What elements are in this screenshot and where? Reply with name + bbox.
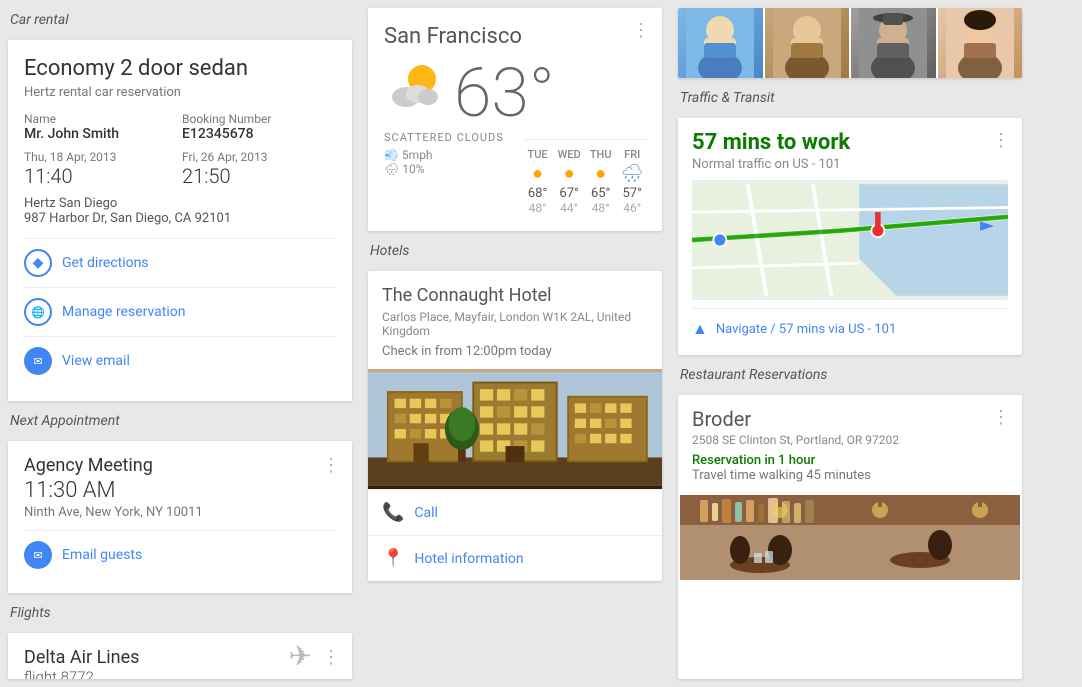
travel-time: Travel time walking 45 minutes	[692, 468, 1008, 483]
hotel-checkin: Check in from 12:00pm today	[382, 344, 648, 359]
people-photos	[678, 8, 1022, 78]
flights-more-icon[interactable]: ⋮	[322, 647, 340, 668]
traffic-normal: Normal traffic on US - 101	[692, 157, 1008, 172]
forecast-wed: WED ● 67° 44°	[555, 148, 583, 215]
col-right: Traffic & Transit ⋮ 57 mins to work Norm…	[670, 0, 1030, 687]
person-2	[765, 8, 850, 78]
restaurant-more-icon[interactable]: ⋮	[992, 407, 1010, 428]
location-addr: 987 Harbor Dr, San Diego, CA 92101	[24, 211, 336, 226]
get-directions-link[interactable]: ◆ Get directions	[24, 238, 336, 287]
restaurant-section-label: Restaurant Reservations	[678, 363, 1022, 387]
car-rental-card: Economy 2 door sedan Hertz rental car re…	[8, 40, 352, 401]
appointment-card: ⋮ Agency Meeting 11:30 AM Ninth Ave, New…	[8, 441, 352, 593]
hotel-image	[368, 369, 662, 489]
traffic-card: ⋮ 57 mins to work Normal traffic on US -…	[678, 118, 1022, 355]
pickup-date: Thu, 18 Apr, 2013	[24, 150, 178, 164]
manage-reservation-link[interactable]: 🌐 Manage reservation	[24, 287, 336, 336]
booking-value: E12345678	[182, 126, 336, 142]
hotel-address: Carlos Place, Mayfair, London W1K 2AL, U…	[382, 310, 648, 338]
return-time: 21:50	[182, 164, 336, 188]
flights-card: ⋮ Delta Air Lines flight 8772 ✈	[8, 633, 352, 679]
wind-speed: 💨 5mph	[384, 148, 433, 162]
weather-desc: SCATTERED CLOUDS	[384, 131, 504, 144]
person-4	[938, 8, 1023, 78]
traffic-map	[692, 180, 1008, 300]
weather-wind: 💨 5mph	[384, 148, 504, 162]
person-3	[851, 8, 936, 78]
view-email-link[interactable]: ✉ View email	[24, 336, 336, 385]
hotel-info-label: Hotel information	[414, 551, 523, 567]
email-guests-icon: ✉	[24, 541, 52, 569]
hotel-info-icon: 📍	[382, 548, 404, 569]
appointment-more-icon[interactable]: ⋮	[322, 455, 340, 476]
email-icon: ✉	[24, 347, 52, 375]
restaurant-image	[678, 495, 1022, 580]
weather-more-icon[interactable]: ⋮	[632, 20, 650, 41]
weather-icon	[384, 61, 444, 125]
col-middle: ⋮ San Francisco 63° SCATTERED CLOUDS	[360, 0, 670, 687]
name-label: Name	[24, 112, 178, 126]
car-location: Hertz San Diego 987 Harbor Dr, San Diego…	[24, 196, 336, 226]
name-value: Mr. John Smith	[24, 126, 178, 142]
location-name: Hertz San Diego	[24, 196, 336, 211]
navigate-icon: ▲	[692, 319, 708, 339]
col-left: Car rental Economy 2 door sedan Hertz re…	[0, 0, 360, 687]
email-guests-link[interactable]: ✉ Email guests	[24, 530, 336, 579]
pickup-time: 11:40	[24, 164, 178, 188]
appt-time: 11:30 AM	[24, 478, 336, 503]
weather-main: 63°	[384, 59, 646, 127]
hotel-call-link[interactable]: 📞 Call	[368, 489, 662, 535]
car-subtitle: Hertz rental car reservation	[24, 85, 336, 100]
appt-location: Ninth Ave, New York, NY 10011	[24, 505, 336, 520]
forecast-tue: TUE ● 68° 48°	[524, 148, 552, 215]
directions-icon: ◆	[24, 249, 52, 277]
traffic-label: Traffic & Transit	[678, 86, 1022, 110]
call-icon: 📞	[382, 502, 404, 523]
hotel-info-link[interactable]: 📍 Hotel information	[368, 535, 662, 581]
car-rental-label: Car rental	[8, 8, 352, 32]
traffic-mins: 57 mins	[692, 130, 771, 155]
flights-label: Flights	[8, 601, 352, 625]
hotel-info: The Connaught Hotel Carlos Place, Mayfai…	[368, 271, 662, 369]
appt-label: Next Appointment	[8, 409, 352, 433]
rain-pct: 🌧 10%	[384, 162, 425, 176]
reservation-icon: 🌐	[24, 298, 52, 326]
hotel-name: The Connaught Hotel	[382, 285, 648, 306]
booking-label: Booking Number	[182, 112, 336, 126]
reservation-badge: Reservation in 1 hour	[692, 453, 1008, 468]
navigate-link[interactable]: ▲ Navigate / 57 mins via US - 101	[692, 308, 1008, 343]
restaurant-name: Broder	[692, 407, 1008, 431]
manage-reservation-label: Manage reservation	[62, 304, 186, 320]
restaurant-addr: 2508 SE Clinton St, Portland, OR 97202	[692, 433, 1008, 447]
restaurant-info: ⋮ Broder 2508 SE Clinton St, Portland, O…	[678, 395, 1022, 495]
weather-forecast: TUE ● 68° 48° WED ● 67° 44° THU ● 65	[524, 139, 646, 215]
traffic-more-icon[interactable]: ⋮	[992, 130, 1010, 151]
call-label: Call	[414, 505, 438, 521]
forecast-fri: FRI 🌧 57° 46°	[618, 148, 646, 215]
person-1	[678, 8, 763, 78]
weather-temp: 63°	[454, 59, 555, 127]
directions-label: Get directions	[62, 255, 149, 271]
restaurant-card: ⋮ Broder 2508 SE Clinton St, Portland, O…	[678, 395, 1022, 679]
weather-rain: 🌧 10%	[384, 162, 504, 176]
appt-title: Agency Meeting	[24, 455, 336, 476]
traffic-time: 57 mins to work	[692, 130, 1008, 155]
car-title: Economy 2 door sedan	[24, 56, 336, 81]
weather-city: San Francisco	[384, 24, 646, 49]
traffic-suffix: to work	[777, 130, 850, 155]
navigate-label: Navigate / 57 mins via US - 101	[716, 322, 896, 337]
plane-icon: ✈	[289, 640, 312, 673]
view-email-label: View email	[62, 353, 130, 369]
return-date: Fri, 26 Apr, 2013	[182, 150, 336, 164]
hotels-label: Hotels	[368, 239, 662, 263]
forecast-thu: THU ● 65° 48°	[587, 148, 615, 215]
hotel-actions: 📞 Call 📍 Hotel information	[368, 489, 662, 581]
hotel-card: The Connaught Hotel Carlos Place, Mayfai…	[368, 271, 662, 581]
email-guests-label: Email guests	[62, 547, 142, 563]
weather-card: ⋮ San Francisco 63° SCATTERED CLOUDS	[368, 8, 662, 231]
